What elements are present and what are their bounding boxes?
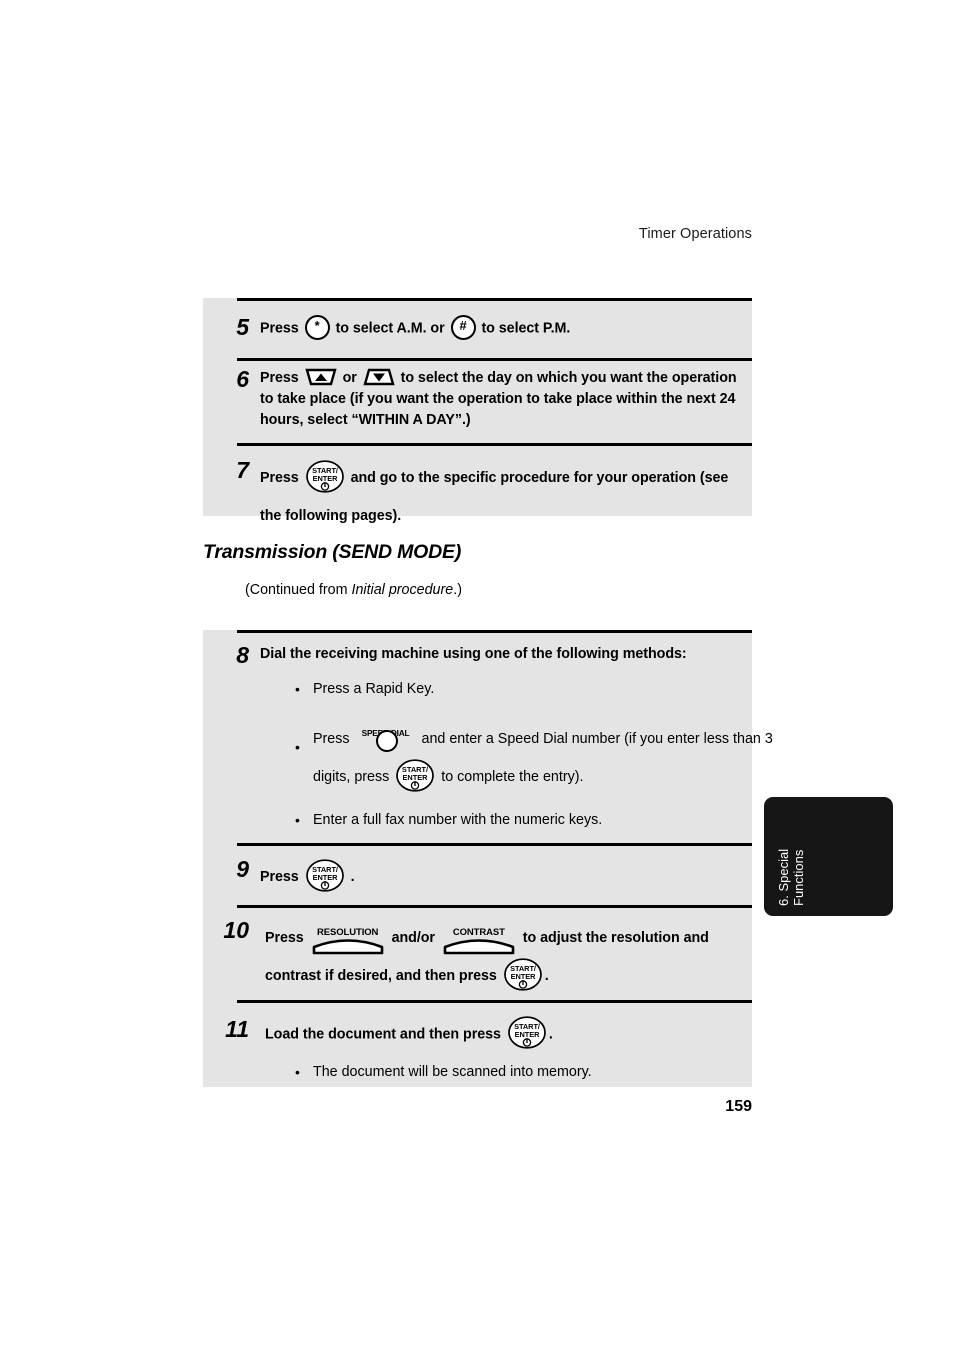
bullet-dot-icon: • <box>295 1064 300 1080</box>
chapter-tab-text: 6. Special Functions <box>764 797 893 916</box>
contrast-key-icon[interactable]: CONTRAST <box>442 927 516 955</box>
step-5-text-b: to select A.M. or <box>331 320 449 337</box>
divider-above-step-5 <box>237 298 752 301</box>
step-10-text-d: . <box>544 968 549 984</box>
continued-reference: Initial procedure <box>351 582 454 598</box>
svg-text:ENTER: ENTER <box>312 873 338 882</box>
step-8: 8 Dial the receiving machine using one o… <box>203 642 752 668</box>
bullet-dot-icon: • <box>295 681 300 697</box>
step-number: 10 <box>223 917 249 943</box>
step-5-text-c: to select P.M. <box>477 320 571 337</box>
divider-above-step-7 <box>237 443 752 446</box>
step-9-text-a: Press <box>260 869 303 885</box>
section-title: Transmission (SEND MODE) <box>203 541 462 563</box>
step-8-bullet-3: Enter a full fax number with the numeric… <box>313 812 603 828</box>
step-11-text-a: Load the document and then press <box>265 1026 505 1043</box>
step-6-text-a: Press <box>260 370 303 386</box>
svg-text:ENTER: ENTER <box>510 972 536 981</box>
step-number: 8 <box>236 642 249 668</box>
chapter-tab: 6. Special Functions <box>764 797 893 916</box>
section-continued-note: (Continued from Initial procedure.) <box>245 582 462 598</box>
bullet-dot-icon: • <box>295 739 300 755</box>
divider-above-step-6 <box>237 358 752 361</box>
asterisk-glyph: * <box>314 318 320 333</box>
speed-dial-knob <box>375 730 398 753</box>
svg-text:ENTER: ENTER <box>312 474 338 483</box>
divider-above-step-9 <box>237 843 752 846</box>
start-enter-key-icon[interactable]: START/ENTER <box>507 1016 547 1049</box>
step-6-text-b: or <box>338 370 361 386</box>
chapter-tab-line-1: 6. Special <box>776 848 791 906</box>
step-5-text-a: Press <box>260 320 303 337</box>
start-enter-key-icon[interactable]: START/ENTER <box>503 958 543 991</box>
step-10: 10 Press RESOLUTION and/or CONTRAST to a… <box>203 919 752 995</box>
step-9-text-b: . <box>346 869 355 885</box>
step-11: 11 Load the document and then press STAR… <box>203 1016 752 1051</box>
hash-glyph: # <box>459 318 467 333</box>
start-enter-key-icon[interactable]: START/ENTER <box>395 759 435 792</box>
continued-suffix: .) <box>453 582 462 598</box>
step-9: 9 Press START/ENTER . <box>203 858 752 896</box>
list-item: • Press a Rapid Key. <box>293 679 793 700</box>
step-number: 11 <box>225 1016 249 1042</box>
hash-key-icon[interactable]: # <box>450 315 476 340</box>
divider-above-step-11 <box>237 1000 752 1003</box>
step-8-bullet-list: • Press a Rapid Key. • Press SPEED DIAL an… <box>293 679 799 831</box>
step-number: 9 <box>236 856 249 882</box>
step-7-text-a: Press <box>260 470 303 486</box>
step-10-text-a: Press <box>265 930 308 946</box>
page-number: 159 <box>725 1098 752 1115</box>
step-7: 7 Press START/ENTER and go to the specif… <box>203 459 752 535</box>
step-6: 6 Press or to select the day on which yo… <box>203 368 752 431</box>
step-8-bullet-1: Press a Rapid Key. <box>313 681 435 697</box>
start-enter-key-icon[interactable]: START/ENTER <box>305 460 345 493</box>
step-number: 5 <box>236 314 249 340</box>
step-number: 6 <box>236 366 249 392</box>
step-8-bullet-2-c: to complete the entry). <box>437 769 584 785</box>
divider-above-step-10 <box>237 905 752 908</box>
arrow-up-key-icon[interactable] <box>305 367 337 387</box>
continued-prefix: (Continued from <box>245 582 352 598</box>
running-head: Timer Operations <box>638 226 752 242</box>
svg-text:ENTER: ENTER <box>514 1030 540 1039</box>
start-enter-key-icon[interactable]: START/ENTER <box>305 859 345 892</box>
divider-above-step-8 <box>237 630 752 633</box>
list-item: • Enter a full fax number with the numeri… <box>293 810 793 831</box>
chapter-tab-line-2: Functions <box>791 849 806 906</box>
step-11-bullet-1: The document will be scanned into memory… <box>313 1064 592 1080</box>
asterisk-key-icon[interactable]: * <box>304 315 330 340</box>
arrow-down-key-icon[interactable] <box>363 367 395 387</box>
list-item: • Press SPEED DIAL and enter a Speed Dial… <box>293 720 793 796</box>
svg-text:ENTER: ENTER <box>403 773 429 782</box>
bullet-dot-icon: • <box>295 812 300 828</box>
step-5: 5 Press * to select A.M. or # to select … <box>203 314 752 341</box>
resolution-key-icon[interactable]: RESOLUTION <box>311 927 385 955</box>
step-8-bullet-2-a: Press <box>313 731 354 747</box>
step-11-bullet-list: • The document will be scanned into memor… <box>293 1062 799 1083</box>
step-10-text-b: and/or <box>387 930 439 946</box>
speed-dial-key-icon[interactable]: SPEED DIAL <box>355 726 417 756</box>
step-11-text-b: . <box>548 1026 553 1043</box>
list-item: • The document will be scanned into memor… <box>293 1062 793 1083</box>
step-number: 7 <box>236 457 249 483</box>
step-8-title: Dial the receiving machine using one of … <box>260 646 687 662</box>
